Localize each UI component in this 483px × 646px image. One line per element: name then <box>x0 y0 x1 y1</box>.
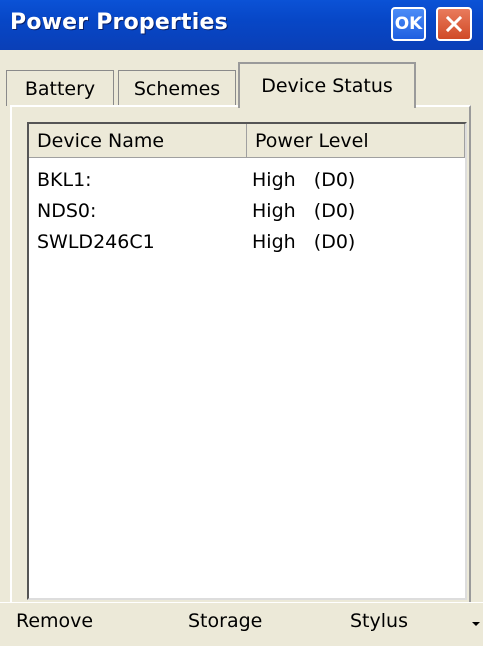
tab-schemes[interactable]: Schemes <box>118 70 236 106</box>
scroll-down-button[interactable] <box>469 613 483 635</box>
storage-item[interactable]: Storage <box>188 610 262 632</box>
power-level: High (D0) <box>252 199 356 222</box>
tab-device-status[interactable]: Device Status <box>238 62 416 108</box>
ok-button[interactable]: OK <box>391 7 426 41</box>
column-power-level[interactable]: Power Level <box>247 124 465 158</box>
chevron-down-icon <box>472 622 480 626</box>
list-header: Device Name Power Level <box>29 124 465 158</box>
device-name: BKL1: <box>37 168 92 191</box>
tab-strip: Battery Schemes Device Status <box>0 50 483 108</box>
stylus-item[interactable]: Stylus <box>350 610 408 632</box>
title-bar: Power Properties OK <box>0 0 483 50</box>
close-button[interactable] <box>436 7 472 41</box>
list-item[interactable]: NDS0: High (D0) <box>29 195 465 226</box>
tab-battery[interactable]: Battery <box>6 70 114 106</box>
device-name: NDS0: <box>37 199 97 222</box>
list-item[interactable]: SWLD246C1 High (D0) <box>29 226 465 257</box>
power-level: High (D0) <box>252 230 356 253</box>
device-name: SWLD246C1 <box>37 230 155 253</box>
device-list[interactable]: Device Name Power Level BKL1: High (D0) … <box>27 122 467 600</box>
control-panel-strip: Remove Storage Stylus <box>0 602 483 646</box>
power-level: High (D0) <box>252 168 356 191</box>
remove-item[interactable]: Remove <box>16 610 93 632</box>
column-device-name[interactable]: Device Name <box>29 124 247 158</box>
window-title: Power Properties <box>10 10 228 35</box>
close-icon <box>445 15 463 33</box>
list-item[interactable]: BKL1: High (D0) <box>29 164 465 195</box>
